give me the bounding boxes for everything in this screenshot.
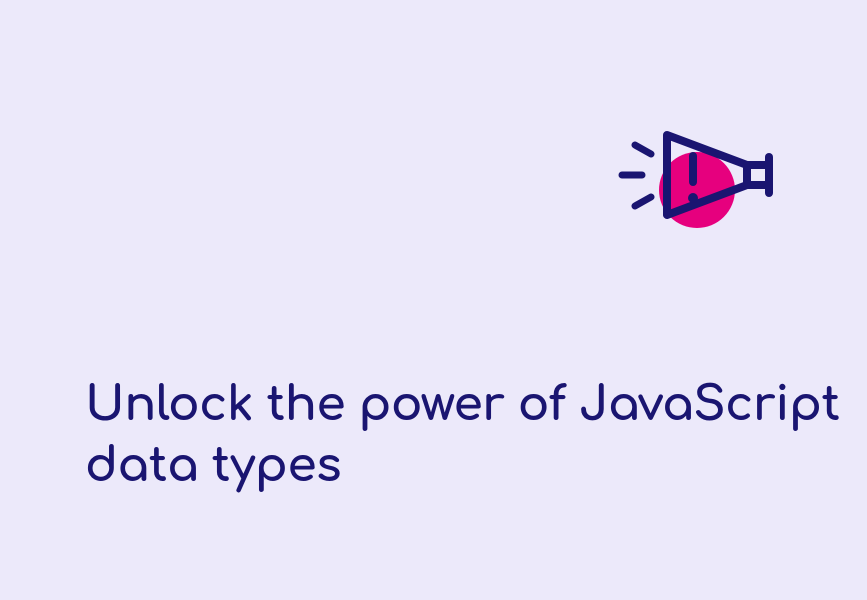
megaphone-icon xyxy=(607,110,787,250)
page-headline: Unlock the power of JavaScript data type… xyxy=(85,375,867,497)
